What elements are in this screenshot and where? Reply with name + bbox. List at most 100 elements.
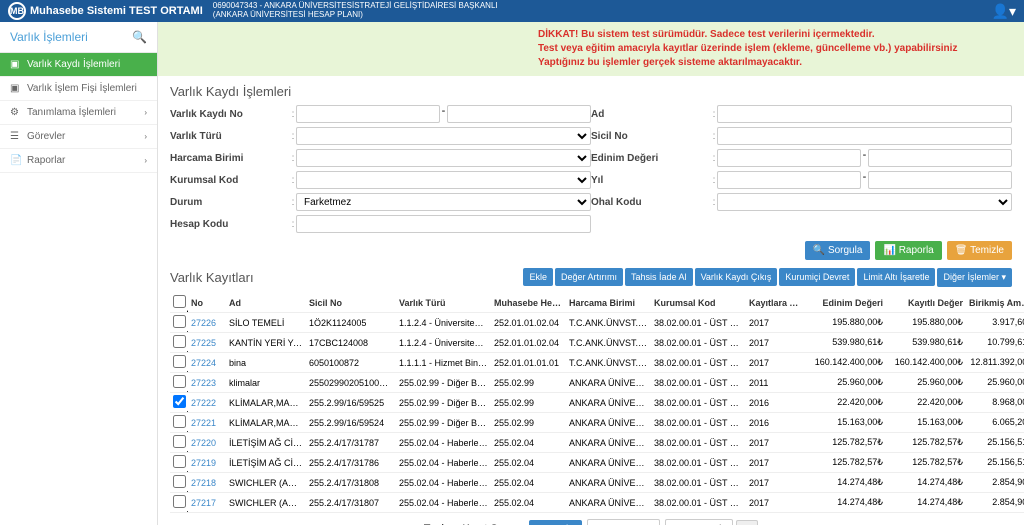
table-row[interactable]: 27218SWICHLER (ANAHTA…255.2.4/17/3180825…	[170, 473, 1024, 493]
row-link[interactable]: 27223	[188, 373, 226, 393]
row-link[interactable]: 27222	[188, 393, 226, 413]
yil-input-1[interactable]	[717, 171, 861, 189]
brand-text: Muhasebe Sistemi TEST ORTAMI	[30, 5, 203, 17]
col-header[interactable]: Muhasebe Hesap Kodu	[491, 293, 566, 313]
filter-title: Varlık Kaydı İşlemleri	[170, 84, 1012, 99]
row-checkbox[interactable]	[173, 315, 186, 328]
sorgula-button[interactable]: 🔍 Sorgula	[805, 241, 871, 260]
row-checkbox[interactable]	[173, 355, 186, 368]
page-select[interactable]	[736, 520, 758, 525]
col-header[interactable]: Kayıtlara Alındığı Yıl	[746, 293, 806, 313]
edeger-input-2[interactable]	[868, 149, 1012, 167]
ohal-select[interactable]	[717, 193, 1012, 211]
vturu-select[interactable]	[296, 127, 591, 145]
temizle-button[interactable]: 🗑 Temizle	[947, 241, 1012, 260]
action-button[interactable]: Kurumiçi Devret	[779, 268, 855, 286]
yil-input-2[interactable]	[868, 171, 1012, 189]
row-link[interactable]: 27220	[188, 433, 226, 453]
row-link[interactable]: 27219	[188, 453, 226, 473]
chevron-right-icon: ›	[144, 156, 147, 165]
vkno-input-1[interactable]	[296, 105, 440, 123]
col-header[interactable]: Harcama Birimi	[566, 293, 651, 313]
user-menu[interactable]: 👤▾	[992, 3, 1016, 20]
layers-icon: ▣	[10, 59, 22, 70]
col-header[interactable]: Birikmiş Amortisman	[966, 293, 1024, 313]
hesapla-button[interactable]: Hesapla	[529, 520, 582, 525]
row-checkbox[interactable]	[173, 435, 186, 448]
row-checkbox[interactable]	[173, 455, 186, 468]
table-row[interactable]: 27221KLİMALAR,MARKASI…255.2.99/16/595242…	[170, 413, 1024, 433]
row-link[interactable]: 27221	[188, 413, 226, 433]
sidebar-header: Varlık İşlemleri 🔍	[0, 22, 157, 53]
layers-icon: ▣	[10, 83, 22, 94]
basa-don-button[interactable]: ↻ Başa Dön	[587, 519, 660, 525]
row-checkbox[interactable]	[173, 395, 186, 408]
doc-icon: 📄	[10, 155, 22, 166]
search-icon[interactable]: 🔍	[132, 30, 147, 44]
table-actions: EkleDeğer ArtırımıTahsis İade AlVarlık K…	[521, 268, 1012, 287]
table-row[interactable]: 27217SWICHLER (ANAHTA…255.2.4/17/3180725…	[170, 493, 1024, 513]
col-header[interactable]: Ad	[226, 293, 306, 313]
row-checkbox[interactable]	[173, 375, 186, 388]
brand-subtitle: 0690047343 - ANKARA ÜNİVERSİTESİSTRATEJİ…	[213, 2, 498, 20]
col-header[interactable]	[170, 293, 188, 313]
table-row[interactable]: 27226SİLO TEMELİ1Ö2K11240051.1.2.4 - Üni…	[170, 313, 1024, 333]
table-title: Varlık Kayıtları	[170, 270, 254, 285]
col-header[interactable]: Varlık Türü	[396, 293, 491, 313]
action-button[interactable]: Diğer İşlemler ▾	[937, 268, 1012, 287]
sidebar-item-tanimlama[interactable]: ⚙Tanımlama İşlemleri›	[0, 101, 157, 125]
sicil-input[interactable]	[717, 127, 1012, 145]
col-header[interactable]: Kurumsal Kod	[651, 293, 746, 313]
warning-banner: DİKKAT! Bu sistem test sürümüdür. Sadece…	[158, 22, 1024, 76]
row-checkbox[interactable]	[173, 335, 186, 348]
main: DİKKAT! Bu sistem test sürümüdür. Sadece…	[158, 22, 1024, 525]
row-link[interactable]: 27224	[188, 353, 226, 373]
edeger-input-1[interactable]	[717, 149, 861, 167]
sidebar-item-varlik-kaydi[interactable]: ▣Varlık Kaydı İşlemleri	[0, 53, 157, 77]
sidebar-item-raporlar[interactable]: 📄Raporlar›	[0, 149, 157, 173]
row-checkbox[interactable]	[173, 415, 186, 428]
sidebar-item-islem-fisi[interactable]: ▣Varlık İşlem Fişi İşlemleri	[0, 77, 157, 101]
table-row[interactable]: 27222KLİMALAR,MARKASI…255.2.99/16/595252…	[170, 393, 1024, 413]
action-button[interactable]: Değer Artırımı	[555, 268, 623, 286]
ad-input[interactable]	[717, 105, 1012, 123]
table-row[interactable]: 27219İLETİŞİM AĞ CİHAZL…255.2.4/17/31786…	[170, 453, 1024, 473]
kkod-select[interactable]	[296, 171, 591, 189]
chevron-right-icon: ›	[144, 132, 147, 141]
row-link[interactable]: 27225	[188, 333, 226, 353]
topbar: MB Muhasebe Sistemi TEST ORTAMI 06900473…	[0, 0, 1024, 22]
logo-icon: MB	[8, 2, 26, 20]
data-table: NoAdSicil NoVarlık TürüMuhasebe Hesap Ko…	[170, 293, 1024, 513]
col-header[interactable]: No	[188, 293, 226, 313]
row-link[interactable]: 27218	[188, 473, 226, 493]
row-link[interactable]: 27217	[188, 493, 226, 513]
hkodu-input[interactable]	[296, 215, 591, 233]
select-all-checkbox[interactable]	[173, 295, 186, 308]
action-button[interactable]: Varlık Kaydı Çıkış	[695, 268, 778, 286]
col-header[interactable]: Kayıtlı Değer	[886, 293, 966, 313]
row-link[interactable]: 27226	[188, 313, 226, 333]
table-row[interactable]: 27220İLETİŞİM AĞ CİHAZL…255.2.4/17/31787…	[170, 433, 1024, 453]
sona-git-button[interactable]: ↻ Sona Git	[665, 519, 733, 525]
vkno-input-2[interactable]	[447, 105, 591, 123]
col-header[interactable]: Edinim Değeri	[806, 293, 886, 313]
brand: MB Muhasebe Sistemi TEST ORTAMI	[8, 2, 203, 20]
table-head: NoAdSicil NoVarlık TürüMuhasebe Hesap Ko…	[170, 293, 1024, 313]
table-row[interactable]: 27224bina60501008721.1.1.1 - Hizmet Bina…	[170, 353, 1024, 373]
action-button[interactable]: Limit Altı İşaretle	[857, 268, 935, 286]
table-panel: Varlık Kayıtları EkleDeğer ArtırımıTahsi…	[170, 268, 1012, 525]
col-header[interactable]: Sicil No	[306, 293, 396, 313]
raporla-button[interactable]: 📊 Raporla	[875, 241, 941, 260]
table-row[interactable]: 27223klimalar255029902051000…255.02.99 -…	[170, 373, 1024, 393]
row-checkbox[interactable]	[173, 495, 186, 508]
durum-select[interactable]: Farketmez	[296, 193, 591, 211]
table-row[interactable]: 27225KANTİN YERİ YAPIM17CBC1240081.1.2.4…	[170, 333, 1024, 353]
chevron-right-icon: ›	[144, 108, 147, 117]
sidebar-item-gorevler[interactable]: ☰Görevler›	[0, 125, 157, 149]
action-button[interactable]: Ekle	[523, 268, 553, 286]
list-icon: ☰	[10, 131, 22, 142]
action-button[interactable]: Tahsis İade Al	[625, 268, 693, 286]
hbirimi-select[interactable]	[296, 149, 591, 167]
gear-icon: ⚙	[10, 107, 22, 118]
row-checkbox[interactable]	[173, 475, 186, 488]
